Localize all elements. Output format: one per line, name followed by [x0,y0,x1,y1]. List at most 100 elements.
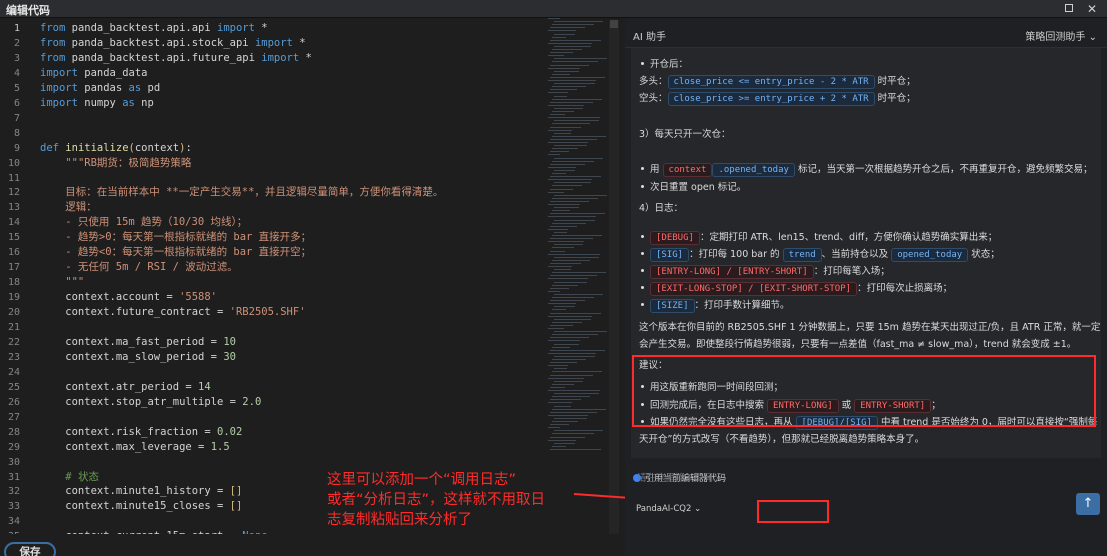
minimap-line [550,411,597,413]
code-line[interactable]: context.minute15_closes = [] [40,499,242,514]
annotation-line: 志复制粘贴回来分析了 [327,512,472,528]
code-line[interactable]: - 无任何 5m / RSI / 波动过滤。 [40,260,238,275]
minimap-line [548,290,560,292]
line-number: 26 [7,396,20,408]
code-line[interactable]: context.risk_fraction = 0.02 [40,425,242,440]
minimap-line [554,21,603,23]
line-number: 23 [7,351,20,363]
minimap-line [548,216,596,218]
minimap-line [552,433,594,435]
model-select[interactable]: PandaAI-CQ2 ⌄ [636,504,701,514]
code-line[interactable]: import numpy as np [40,96,154,111]
maximize-icon[interactable] [1065,4,1073,12]
code-line[interactable]: context.current_15m_start = None [40,529,267,534]
minimap-line [550,138,597,140]
code-line[interactable]: context.stop_atr_multiple = 2.0 [40,395,261,410]
minimap-line [548,340,580,342]
minimap-line [552,49,582,50]
code-line[interactable]: def initialize(context): [40,141,192,156]
chat-message-line: [EXIT-LONG-STOP] / [EXIT-SHORT-STOP] ：打印每… [639,282,952,296]
minimap-line [554,318,591,320]
ai-panel-title: AI 助手 [633,32,666,43]
line-number: 30 [7,456,20,468]
minimap-line [552,396,590,398]
code-line[interactable]: """ [40,275,84,290]
minimap-line [552,111,574,112]
minimap-line [550,238,593,240]
minimap-line [554,293,603,295]
assistant-select[interactable]: 策略回测助手 ⌄ [1025,28,1097,43]
minimap-line [550,324,573,326]
line-number: 28 [7,426,20,438]
minimap-line [550,151,569,153]
minimap-line [550,64,589,66]
line-number: 18 [7,277,20,289]
code-line[interactable]: from panda_backtest.api.future_api impor… [40,51,312,66]
minimap-line [550,386,565,388]
line-number: 17 [7,262,20,274]
minimap-line [552,383,574,385]
minimap-line [554,145,587,147]
code-line[interactable]: - 趋势>0：每天第一根指标就绪的 bar 直接开多； [40,230,311,245]
minimap-line [552,173,566,174]
line-number: 11 [7,172,20,184]
code-line[interactable]: import panda_data [40,66,147,81]
question-input[interactable]: 请在这里输入提问... [637,470,722,484]
minimap-line [548,117,600,119]
minimap-line [548,154,560,156]
code-line[interactable]: """RB期货：极简趋势策略 [40,156,191,171]
minimap-line [552,346,570,348]
code-editor[interactable]: 1 2 3 4 5 6 7 8 9 10 11 12 13 14 15 16 17 18 19 20 21 22 23 24 2… [0,18,622,534]
code-area[interactable]: from panda_backtest.api.api import * from… [40,18,540,534]
minimap-line [548,253,600,255]
minimap-line [548,266,572,267]
code-line[interactable]: - 趋势<0：每天第一根指标就绪的 bar 直接开空； [40,245,311,260]
minimap-line [552,272,606,274]
line-number: 31 [7,471,20,483]
line-number: 12 [7,187,20,199]
minimap-line [554,231,567,233]
line-number: 25 [7,381,20,393]
code-line[interactable]: context.atr_period = 14 [40,380,210,395]
minimap-line [554,182,591,184]
minimap-line [554,219,595,221]
minimap-line [550,39,601,41]
code-line[interactable]: context.ma_slow_period = 30 [40,350,236,365]
minimap-line [552,160,594,162]
code-line[interactable]: context.minute1_history = [] [40,484,242,499]
line-number: 22 [7,336,20,348]
close-icon[interactable]: ✕ [1087,0,1097,18]
code-line[interactable]: context.max_leverage = 1.5 [40,440,229,455]
code-line[interactable]: from panda_backtest.api.api import * [40,21,268,36]
code-line[interactable]: from panda_backtest.api.stock_api import… [40,36,306,51]
chevron-down-icon: ⌄ [1088,32,1097,43]
code-line[interactable]: context.future_contract = 'RB2505.SHF' [40,305,305,320]
send-button[interactable]: ↑ [1076,493,1100,515]
minimap-line [548,427,560,429]
minimap-line [554,120,599,122]
minimap-line [548,352,596,354]
code-line[interactable]: import pandas as pd [40,81,160,96]
minimap-line [552,297,594,298]
line-number: 29 [7,441,20,453]
minimap-line [550,448,601,450]
minimap-line [548,315,592,317]
save-button[interactable]: 保存 [4,542,56,556]
minimap-line [548,80,596,81]
line-number: 27 [7,411,20,423]
editor-scrollbar[interactable] [609,20,619,534]
chevron-down-icon: ⌄ [694,504,702,514]
code-line[interactable]: 目标：在当前样本中 **一定产生交易**，并且逻辑尽量简单，方便你看得清楚。 [40,185,443,200]
code-line[interactable]: context.account = '5588' [40,290,217,305]
code-line[interactable]: context.ma_fast_period = 10 [40,335,236,350]
minimap-line [554,45,591,47]
minimap-line [554,331,607,333]
scroll-thumb[interactable] [610,20,618,28]
minimap-line [552,185,582,187]
code-line[interactable]: # 状态 [40,470,99,485]
minimap-line [550,349,605,351]
code-line[interactable]: 逻辑： [40,200,97,215]
code-line[interactable]: - 只使用 15m 趋势（10/30 均线）； [40,215,247,230]
minimap[interactable] [545,18,607,463]
minimap-line [552,86,586,88]
